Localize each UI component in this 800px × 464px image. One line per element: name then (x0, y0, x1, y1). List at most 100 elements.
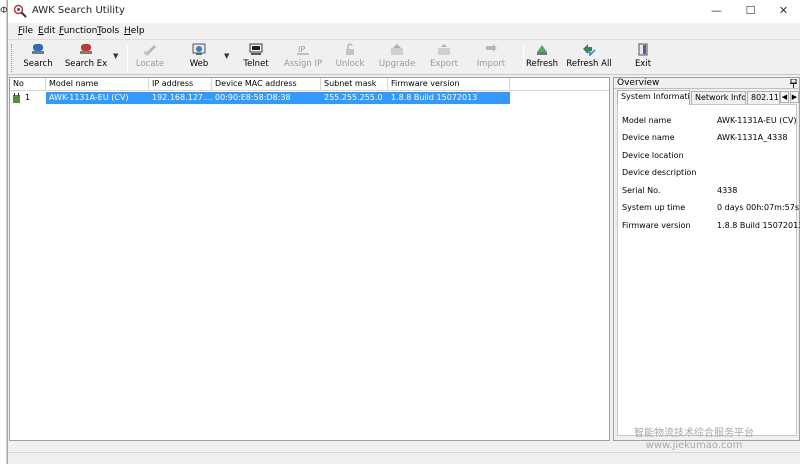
menu-tools[interactable]: Tools (97, 26, 119, 36)
telnet-icon (249, 43, 263, 55)
menu-edit-label: dit (43, 26, 56, 36)
locate-label: Locate (135, 59, 165, 69)
property-value: AWK-1131A_4338 (717, 133, 788, 142)
exit-label: Exit (634, 59, 652, 69)
menu-help[interactable]: Help (124, 26, 145, 36)
refresh-label: Refresh (525, 59, 559, 69)
watermark-line-1: 智能物流技术综合服务平台 (634, 428, 754, 439)
table-row[interactable]: 1 AWK-1131A-EU (CV) 192.168.127.... 00:9… (10, 92, 510, 104)
property-label: Firmware version (622, 221, 691, 230)
upgrade-button[interactable]: Upgrade (371, 43, 423, 73)
menu-function-label: unction (63, 26, 98, 36)
assign-ip-button[interactable]: IP Assign IP (277, 43, 329, 73)
refresh-all-icon (583, 44, 596, 56)
overview-tabs: System Information Network Info 802.11 ◀… (614, 90, 799, 105)
minimize-button[interactable]: — (701, 0, 732, 23)
export-button[interactable]: Export (418, 43, 470, 73)
locate-button[interactable]: Locate (124, 43, 176, 73)
menu-function[interactable]: Function (59, 26, 97, 36)
property-row: Device name AWK-1131A_4338 (618, 133, 798, 145)
property-row: System up time 0 days 00h:07m:57s (618, 203, 799, 215)
property-row: Serial No. 4338 (618, 186, 798, 198)
unlock-button[interactable]: Unlock (324, 43, 376, 73)
unlock-icon (346, 43, 354, 55)
app-magnifier-icon (13, 4, 27, 18)
search-ex-dropdown-icon[interactable]: ▼ (113, 52, 118, 60)
search-button[interactable]: Search (12, 43, 64, 73)
property-value: 1.8.8 Build 15072013 (717, 221, 800, 230)
column-header-mac-address[interactable]: Device MAC address (212, 78, 321, 91)
refresh-icon (537, 45, 547, 55)
export-icon (438, 44, 450, 55)
column-header-subnet-mask[interactable]: Subnet mask (321, 78, 388, 91)
pin-icon[interactable] (790, 79, 797, 88)
search-ex-icon (80, 44, 92, 54)
property-label: Serial No. (622, 186, 661, 195)
web-dropdown-icon[interactable]: ▼ (224, 52, 229, 60)
refresh-all-button[interactable]: Refresh All (563, 43, 615, 73)
horizontal-scrollbar[interactable] (9, 442, 610, 451)
property-row: Model name AWK-1131A-EU (CV) (618, 116, 798, 128)
overview-title: Overview (617, 78, 660, 88)
watermark: 智能物流技术综合服务平台 www.jiekumao.com (634, 428, 754, 452)
tab-802-11[interactable]: 802.11 (747, 91, 780, 104)
exit-button[interactable]: Exit (617, 43, 669, 73)
upgrade-icon (391, 44, 403, 55)
device-icon (13, 93, 20, 103)
web-label: Web (189, 59, 209, 69)
upgrade-label: Upgrade (378, 59, 416, 69)
property-label: Device name (622, 133, 675, 142)
menu-bar: File Edit Function Tools Help (8, 23, 800, 40)
property-value: AWK-1131A-EU (CV) (717, 116, 797, 125)
maximize-button[interactable]: ☐ (735, 0, 766, 23)
exit-icon (638, 43, 648, 56)
cell-no: 1 (10, 92, 46, 104)
web-button[interactable]: Web (173, 43, 225, 73)
telnet-button[interactable]: Telnet (230, 43, 282, 73)
column-header-firmware-version[interactable]: Firmware version (388, 78, 510, 91)
tab-scroll-left-icon[interactable]: ◀ (780, 91, 789, 103)
property-label: Device description (622, 168, 697, 177)
tab-network-info[interactable]: Network Info (691, 91, 746, 104)
tab-scroll-right-icon[interactable]: ▶ (790, 91, 799, 103)
refresh-button[interactable]: Refresh (516, 43, 568, 73)
menu-file[interactable]: File (18, 26, 33, 36)
web-icon (192, 43, 206, 55)
background-window-sliver: Ф (0, 0, 8, 464)
property-label: Model name (622, 116, 672, 125)
refresh-all-label: Refresh All (566, 59, 612, 69)
column-header-ip-address[interactable]: IP address (149, 78, 212, 91)
search-ex-button[interactable]: Search Ex (60, 43, 112, 73)
import-label: Import (476, 59, 506, 69)
column-header-model-name[interactable]: Model name (46, 78, 149, 91)
import-button[interactable]: Import (465, 43, 517, 73)
window-title: AWK Search Utility (32, 5, 125, 16)
menu-tools-label: ools (100, 26, 120, 36)
overview-title-bar: Overview (614, 78, 799, 89)
close-button[interactable]: ✕ (768, 0, 799, 23)
property-row: Device location (618, 151, 798, 163)
property-label: System up time (622, 203, 686, 212)
column-header-no[interactable]: No (10, 78, 46, 91)
property-value: 4338 (717, 186, 738, 195)
telnet-label: Telnet (243, 59, 269, 69)
search-icon (32, 44, 44, 54)
row-number: 1 (25, 93, 31, 102)
property-row: Device description (618, 168, 798, 180)
unlock-label: Unlock (335, 59, 365, 69)
system-information-page: Model name AWK-1131A-EU (CV) Device name… (617, 104, 800, 436)
svg-text:IP: IP (298, 45, 305, 54)
locate-icon (144, 45, 156, 56)
cell-firmware-version: 1.8.8 Build 15072013 (388, 92, 510, 104)
menu-edit[interactable]: Edit (38, 26, 55, 36)
tab-system-information[interactable]: System Information (617, 90, 690, 105)
screen: Ф AWK Search Utility — ☐ ✕ File Edit Fun… (0, 0, 800, 464)
device-list[interactable]: No Model name IP address Device MAC addr… (9, 77, 610, 441)
menu-file-label: ile (22, 26, 34, 36)
title-bar[interactable]: AWK Search Utility — ☐ ✕ (8, 0, 800, 23)
cell-ip-address: 192.168.127.... (149, 92, 212, 104)
export-label: Export (430, 59, 458, 69)
cell-mac-address: 00:90:E8:58:D8:38 (212, 92, 321, 104)
menu-help-accel: H (124, 26, 131, 36)
column-header-filler (510, 78, 609, 91)
